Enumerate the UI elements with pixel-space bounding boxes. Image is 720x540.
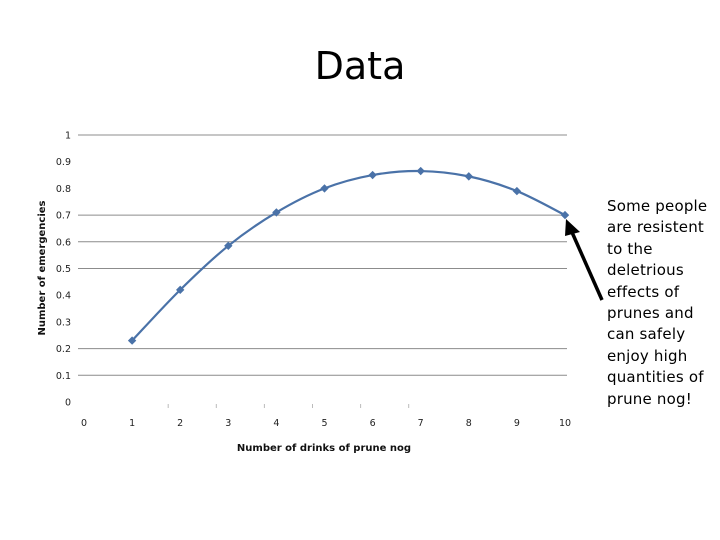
- x-tick-label: 7: [418, 418, 424, 429]
- data-point-marker: [464, 172, 473, 181]
- y-tick-labels: 0 0.1 0.2 0.3 0.4 0.5 0.6 0.7 0.8 0.9 1: [56, 131, 71, 409]
- x-tick-labels: 0 1 2 3 4 5 6 7 8 9 10: [81, 418, 571, 429]
- y-tick-label: 0.7: [56, 211, 71, 222]
- series-line: [131, 169, 566, 342]
- x-minor-ticks: [167, 404, 410, 408]
- x-tick-label: 4: [273, 418, 279, 429]
- data-point-marker: [512, 186, 522, 196]
- y-axis-title: Number of emergencies: [37, 200, 48, 335]
- data-point-marker: [560, 210, 570, 220]
- y-tick-label: 0.9: [56, 157, 71, 168]
- annotation-text: Some people are resistent to the deletri…: [607, 197, 708, 408]
- x-tick-label: 10: [559, 418, 571, 429]
- x-tick-label: 5: [321, 418, 327, 429]
- y-tick-label: 0.8: [56, 184, 71, 195]
- arrow-shaft: [569, 229, 604, 301]
- data-point-marker: [368, 170, 377, 180]
- x-tick-label: 1: [129, 418, 135, 429]
- x-tick-label: 9: [514, 418, 520, 429]
- gridlines: [78, 134, 567, 376]
- x-axis-title: Number of drinks of prune nog: [237, 443, 411, 454]
- y-tick-label: 1: [65, 131, 71, 142]
- x-tick-label: 3: [225, 418, 231, 429]
- y-tick-label: 0: [65, 398, 71, 409]
- series-markers: [127, 166, 570, 345]
- x-tick-label: 8: [466, 418, 472, 429]
- arrow-head-icon: [565, 219, 580, 236]
- data-point-marker: [320, 184, 329, 193]
- y-tick-label: 0.6: [56, 237, 71, 248]
- y-tick-label: 0.3: [56, 317, 71, 328]
- x-tick-label: 6: [370, 418, 376, 429]
- annotation-arrow: [565, 219, 604, 301]
- y-tick-label: 0.2: [56, 344, 71, 355]
- x-tick-label: 0: [81, 418, 87, 429]
- x-tick-label: 2: [177, 418, 183, 429]
- data-point-marker: [416, 166, 425, 176]
- y-tick-label: 0.4: [56, 291, 71, 302]
- y-tick-label: 0.1: [56, 371, 71, 382]
- y-tick-label: 0.5: [56, 264, 71, 275]
